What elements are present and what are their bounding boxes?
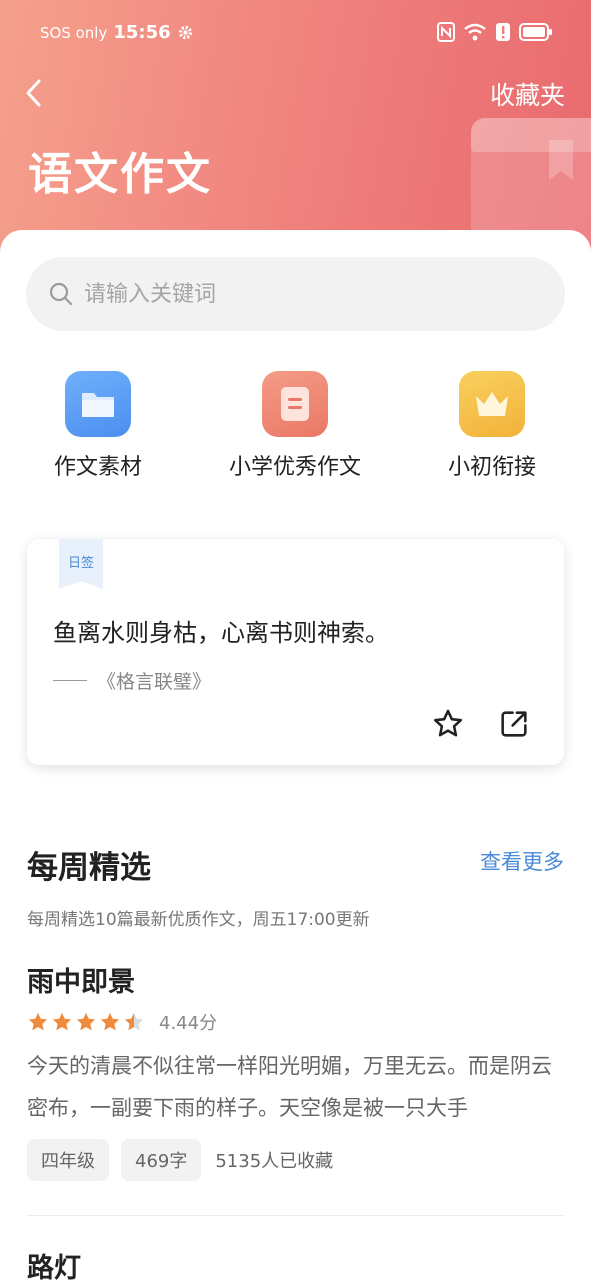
content-sheet: 作文素材 小学优秀作文 小初衔接 日签 鱼离水则身枯，心离书则神索。 《格言联璧… (0, 230, 591, 1280)
star-icon (100, 1012, 120, 1031)
daily-tag: 日签 (59, 539, 103, 589)
document-icon (262, 371, 328, 437)
favorites-link[interactable]: 收藏夹 (490, 76, 565, 112)
status-bar: SOS only 15:56 (0, 0, 591, 66)
search-bar[interactable] (26, 257, 565, 331)
quote-source: 《格言联璧》 (53, 667, 211, 694)
category-label: 作文素材 (53, 455, 142, 480)
quote-text: 鱼离水则身枯，心离书则神索。 (53, 619, 389, 647)
star-icon (28, 1012, 48, 1031)
clock: 15:56 (113, 22, 171, 43)
rating: 4.44分 (27, 1009, 217, 1035)
divider (27, 1215, 564, 1216)
rating-score: 4.44分 (159, 1013, 218, 1034)
search-icon (49, 282, 73, 306)
section-subtitle: 每周精选10篇最新优质作文，周五17:00更新 (27, 910, 370, 930)
grade-chip: 四年级 (27, 1139, 109, 1181)
word-count-chip: 469字 (121, 1139, 202, 1181)
crown-icon (459, 371, 525, 437)
view-more-link[interactable]: 查看更多 (480, 846, 564, 876)
settings-gear-icon (178, 25, 192, 40)
category-transition[interactable]: 小初衔接 (402, 371, 582, 481)
star-icon (76, 1012, 96, 1031)
folder-icon (65, 371, 131, 437)
search-input[interactable] (84, 281, 524, 307)
section-title: 每周精选 (27, 850, 151, 886)
quote-source-text: 《格言联璧》 (97, 671, 212, 693)
star-outline-icon (433, 709, 463, 737)
battery-icon (519, 23, 552, 41)
category-primary-essays[interactable]: 小学优秀作文 (205, 371, 385, 481)
essay-title[interactable]: 雨中即景 (27, 960, 135, 999)
half-star-icon (124, 1012, 144, 1031)
daily-quote-card[interactable]: 日签 鱼离水则身枯，心离书则神索。 《格言联璧》 (27, 539, 564, 765)
category-label: 小学优秀作文 (228, 455, 361, 480)
share-icon (501, 711, 527, 737)
page-title: 语文作文 (28, 149, 212, 200)
collect-count: 5135人已收藏 (215, 1151, 334, 1172)
chevron-left-icon (26, 79, 41, 107)
wifi-icon (464, 23, 486, 41)
essay-meta: 四年级 469字 5135人已收藏 (27, 1139, 333, 1181)
carrier-text: SOS only (40, 23, 108, 42)
category-label: 小初衔接 (447, 455, 536, 480)
back-button[interactable] (22, 76, 52, 110)
share-quote-button[interactable] (497, 707, 531, 745)
alert-icon (496, 23, 510, 41)
category-essay-materials[interactable]: 作文素材 (8, 371, 188, 481)
essay-title[interactable]: 路灯 (27, 1246, 81, 1280)
essay-excerpt: 今天的清晨不似往常一样阳光明媚，万里无云。而是阴云密布，一副要下雨的样子。天空像… (27, 1054, 552, 1120)
star-icon (52, 1012, 72, 1031)
favorite-quote-button[interactable] (431, 707, 465, 745)
nfc-icon (437, 22, 455, 42)
